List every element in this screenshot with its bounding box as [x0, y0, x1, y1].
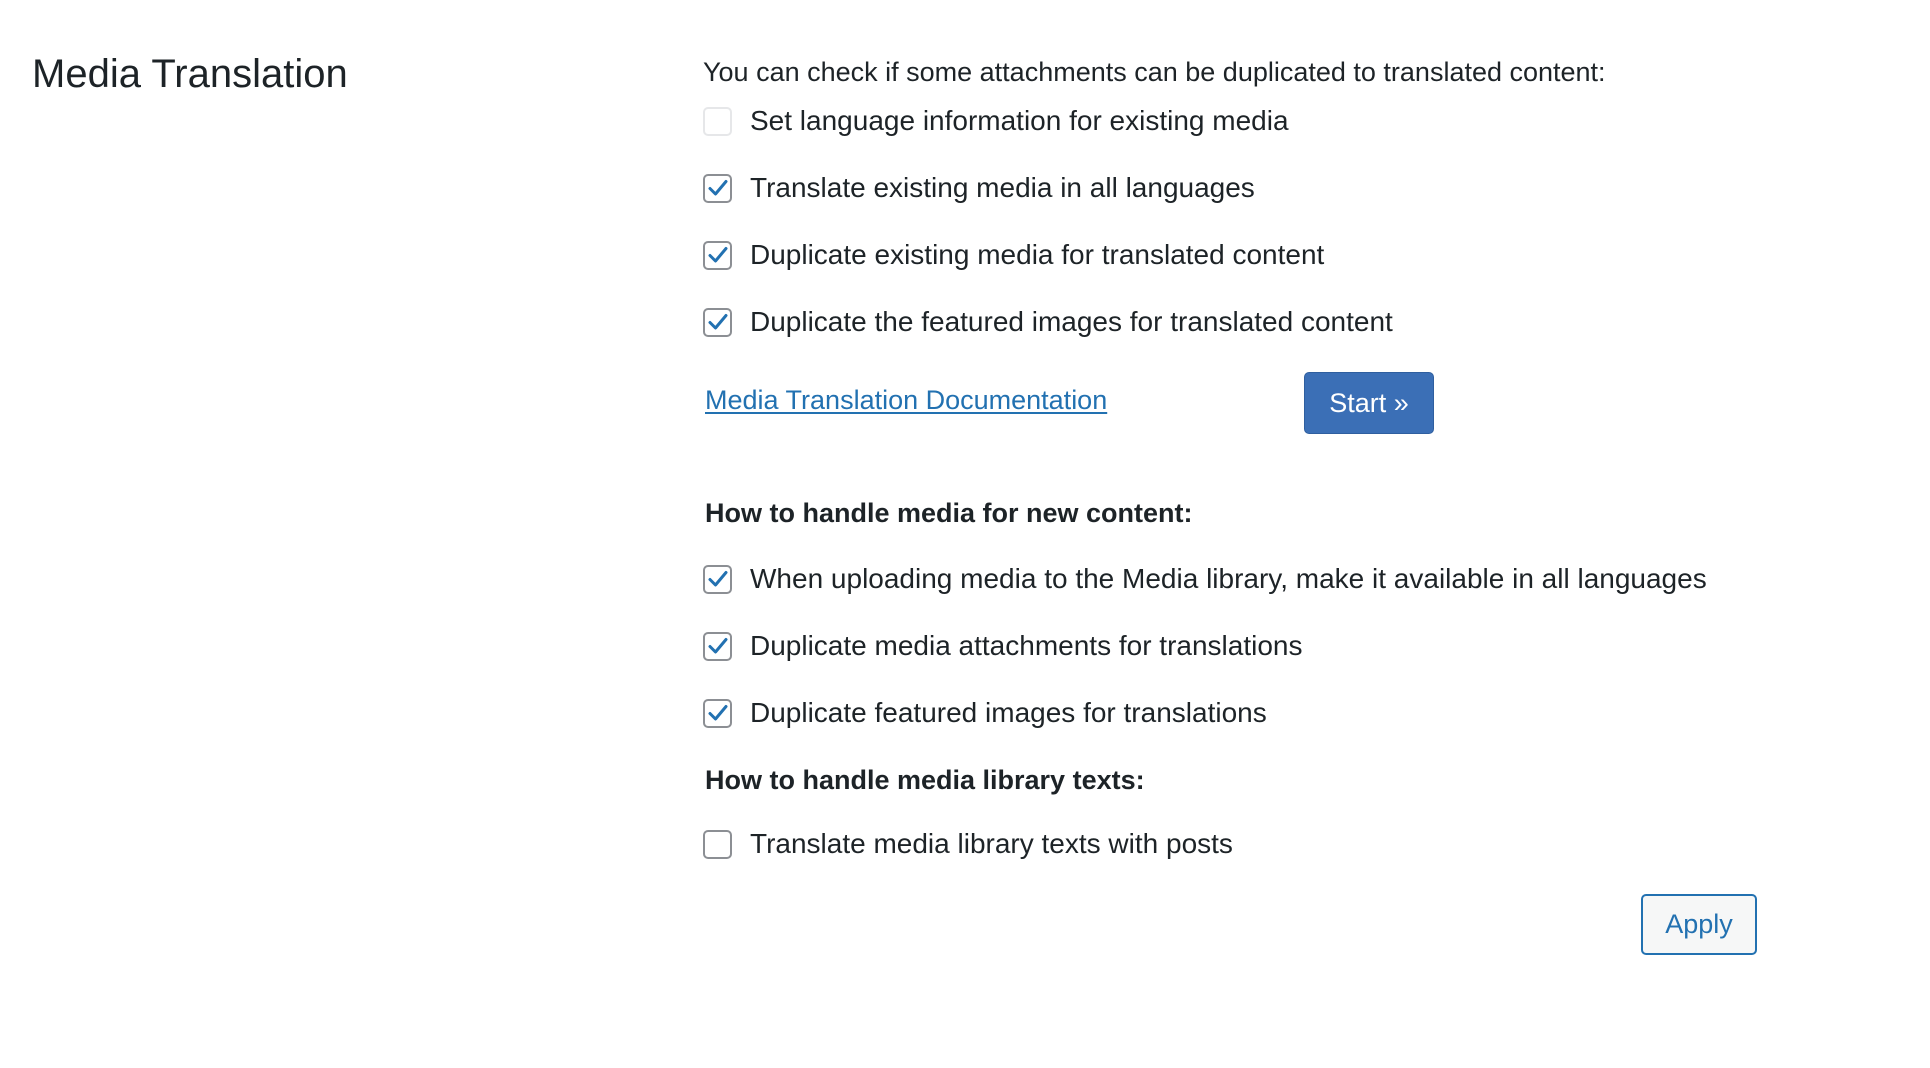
- checkmark-icon: [708, 314, 727, 330]
- checkbox[interactable]: [703, 698, 732, 728]
- option-translate-existing-media[interactable]: Translate existing media in all language…: [703, 171, 1883, 205]
- option-duplicate-featured-images-new[interactable]: Duplicate featured images for translatio…: [703, 696, 1883, 730]
- option-label: Duplicate media attachments for translat…: [750, 630, 1303, 661]
- checkbox[interactable]: [703, 829, 732, 859]
- checkbox[interactable]: [703, 564, 732, 594]
- option-duplicate-media-attachments[interactable]: Duplicate media attachments for translat…: [703, 629, 1883, 663]
- existing-media-actions: Media Translation Documentation Start »: [703, 372, 1883, 434]
- apply-row: Apply: [703, 894, 1883, 956]
- option-set-language-info[interactable]: Set language information for existing me…: [703, 104, 1883, 138]
- option-label: When uploading media to the Media librar…: [750, 563, 1707, 594]
- option-label: Duplicate the featured images for transl…: [750, 306, 1393, 337]
- option-label: Set language information for existing me…: [750, 105, 1289, 136]
- option-label: Translate media library texts with posts: [750, 828, 1233, 859]
- checkbox[interactable]: [703, 307, 732, 337]
- library-texts-heading: How to handle media library texts:: [705, 765, 1145, 795]
- new-content-heading: How to handle media for new content:: [705, 498, 1193, 528]
- option-duplicate-existing-media[interactable]: Duplicate existing media for translated …: [703, 238, 1883, 272]
- checkbox[interactable]: [703, 631, 732, 661]
- option-upload-available-all-languages[interactable]: When uploading media to the Media librar…: [703, 562, 1883, 596]
- checkmark-icon: [708, 247, 727, 263]
- option-duplicate-featured-images-existing[interactable]: Duplicate the featured images for transl…: [703, 305, 1883, 339]
- option-label: Duplicate featured images for translatio…: [750, 697, 1267, 728]
- checkmark-icon: [708, 638, 727, 654]
- option-label: Duplicate existing media for translated …: [750, 239, 1325, 270]
- media-translation-settings: You can check if some attachments can be…: [703, 52, 1883, 956]
- documentation-link[interactable]: Media Translation Documentation: [705, 385, 1107, 416]
- checkmark-icon: [708, 571, 727, 587]
- existing-media-intro: You can check if some attachments can be…: [703, 57, 1606, 87]
- option-translate-library-texts[interactable]: Translate media library texts with posts: [703, 827, 1883, 861]
- apply-button[interactable]: Apply: [1641, 894, 1757, 955]
- option-label: Translate existing media in all language…: [750, 172, 1255, 203]
- checkbox[interactable]: [703, 106, 732, 136]
- start-button[interactable]: Start »: [1304, 372, 1434, 434]
- checkmark-icon: [708, 705, 727, 721]
- checkmark-icon: [708, 180, 727, 196]
- media-translation-page: Media Translation You can check if some …: [0, 0, 1930, 1068]
- section-title: Media Translation: [32, 52, 348, 96]
- checkbox[interactable]: [703, 173, 732, 203]
- checkbox[interactable]: [703, 240, 732, 270]
